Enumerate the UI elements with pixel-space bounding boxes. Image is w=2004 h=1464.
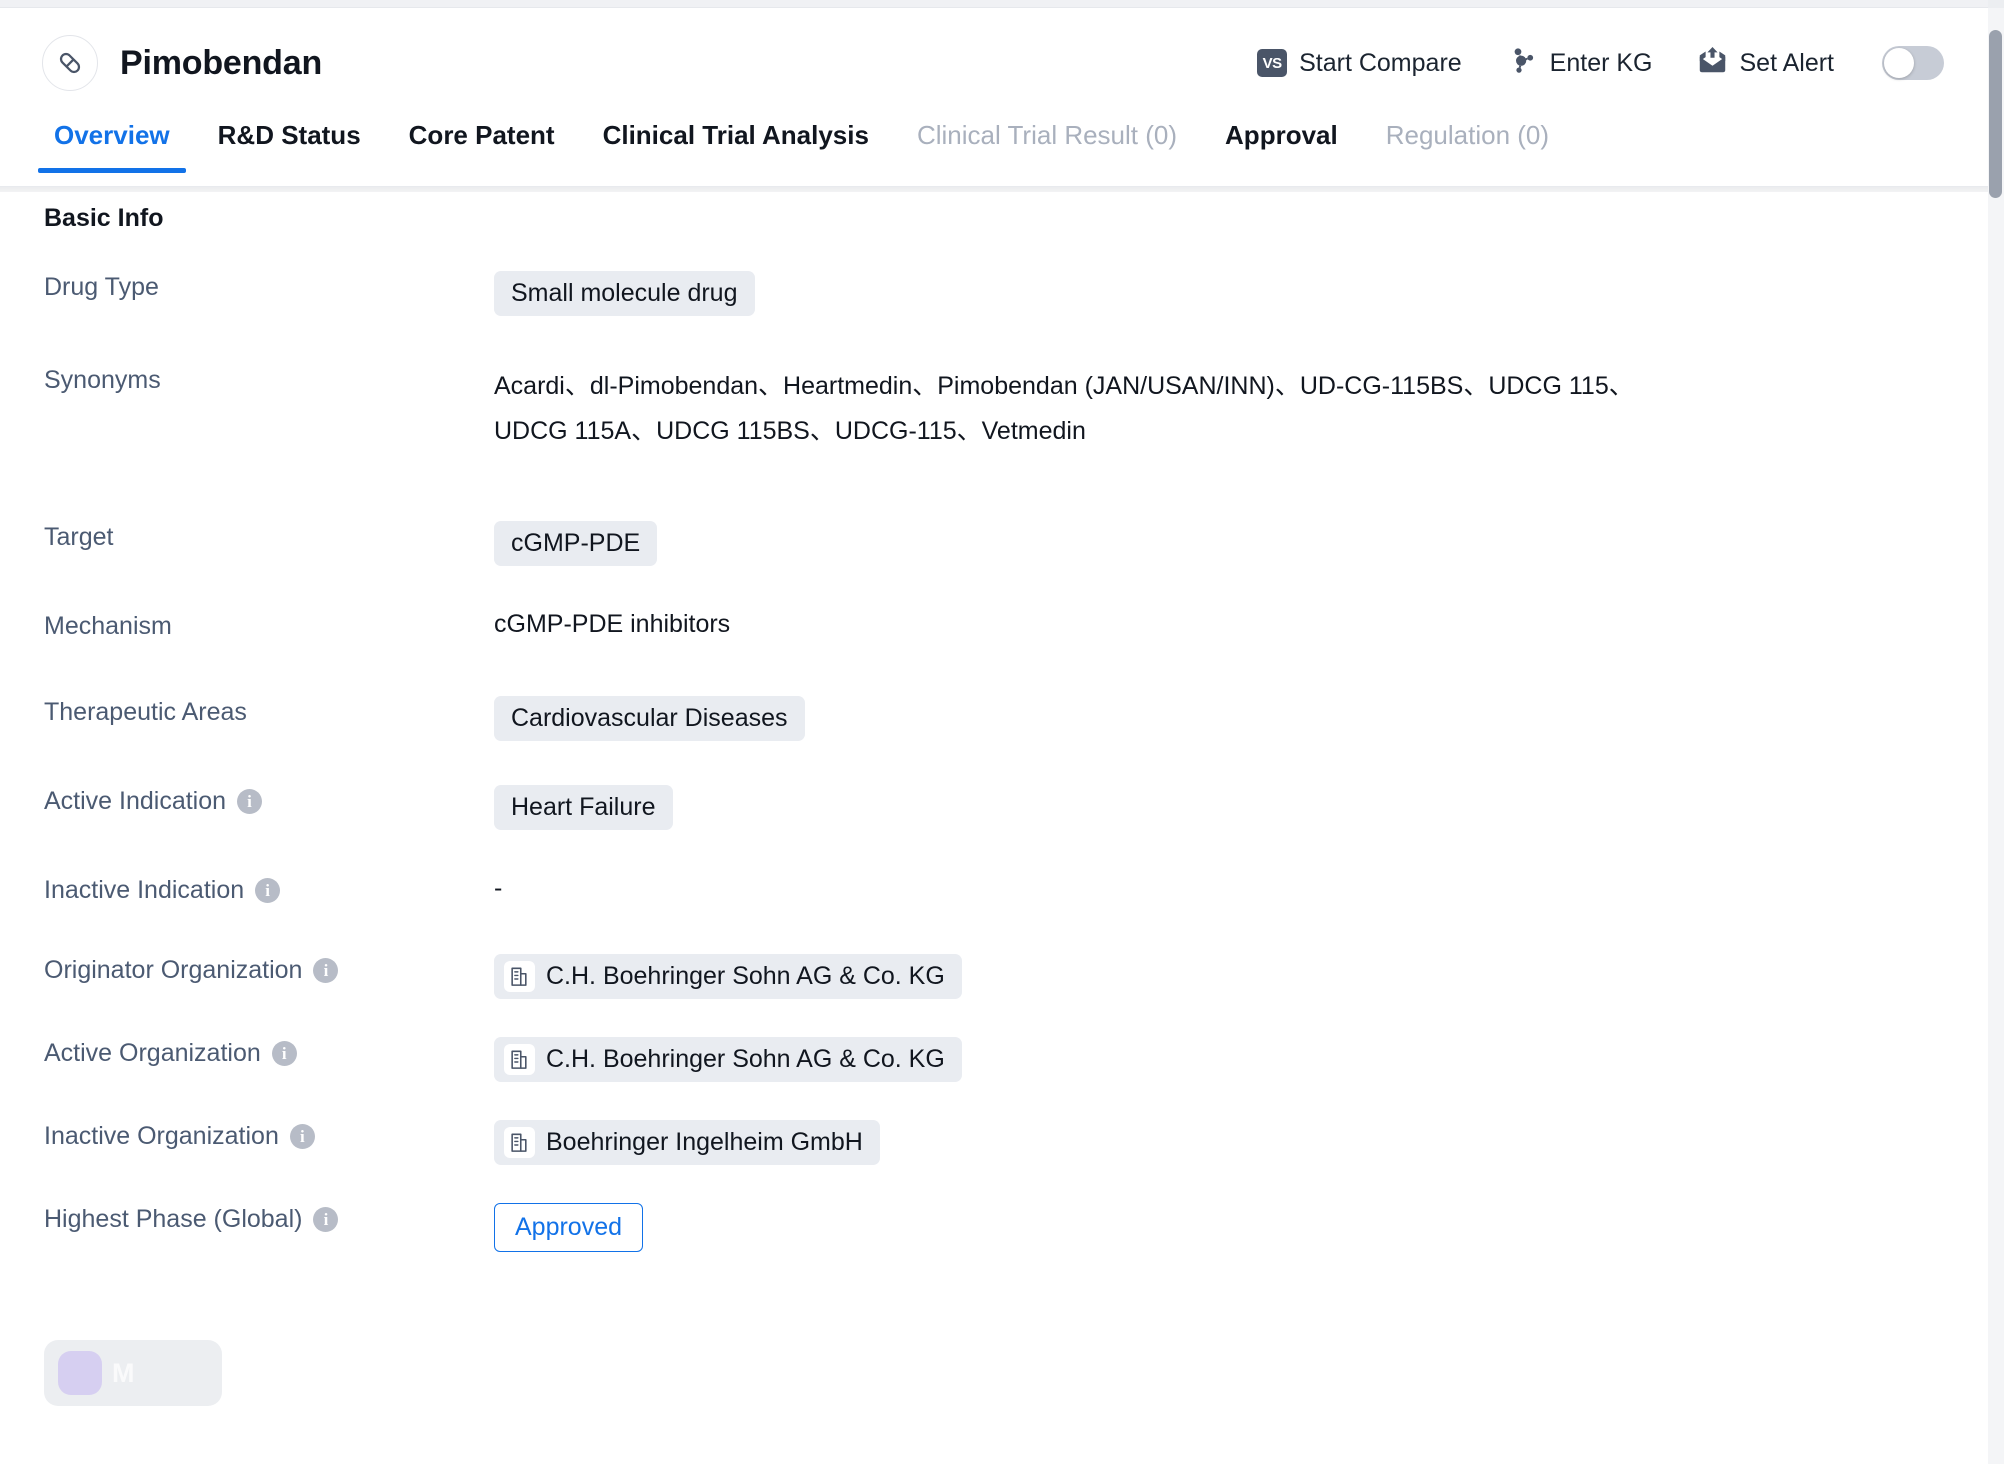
info-icon-inactive-organization[interactable]: i: [289, 1124, 315, 1149]
value-active-organization: C.H. Boehringer Sohn AG & Co. KG: [494, 1035, 1990, 1082]
chip-drug-type[interactable]: Small molecule drug: [494, 271, 755, 316]
row-highest-phase: Highest Phase (Global) i Approved: [44, 1201, 1990, 1252]
scrollbar-corner: [1988, 0, 2004, 8]
row-synonyms: Synonyms Acardi、dl-Pimobendan、Heartmedin…: [44, 362, 1990, 453]
tab-approval[interactable]: Approval: [1201, 118, 1362, 173]
label-synonyms: Synonyms: [44, 366, 161, 394]
label-drug-type: Drug Type: [44, 273, 159, 301]
label-active-organization-text: Active Organization: [44, 1039, 261, 1067]
tab-core-patent[interactable]: Core Patent: [385, 118, 579, 173]
start-compare-button[interactable]: VS Start Compare: [1257, 49, 1462, 78]
start-compare-label: Start Compare: [1299, 48, 1462, 77]
info-icon-highest-phase[interactable]: i: [313, 1207, 339, 1232]
building-icon: [504, 961, 535, 992]
toggle-knob: [1884, 48, 1914, 78]
chip-active-organization-label: C.H. Boehringer Sohn AG & Co. KG: [546, 1045, 945, 1073]
info-icon-active-indication[interactable]: i: [237, 789, 263, 814]
label-inactive-organization: Inactive Organization i: [44, 1118, 494, 1151]
chip-therapeutic-areas[interactable]: Cardiovascular Diseases: [494, 696, 805, 741]
row-target: Target cGMP-PDE: [44, 519, 1990, 566]
label-mechanism: Mechanism: [44, 612, 172, 640]
value-therapeutic-areas: Cardiovascular Diseases: [494, 694, 1990, 741]
header-actions: VS Start Compare Enter KG Set Alert: [1257, 45, 1944, 82]
set-alert-label: Set Alert: [1739, 48, 1835, 77]
label-originator-organization-text: Originator Organization: [44, 956, 303, 984]
building-icon: [504, 1127, 535, 1158]
value-synonyms: Acardi、dl-Pimobendan、Heartmedin、Pimobend…: [494, 362, 1990, 453]
label-originator-organization: Originator Organization i: [44, 952, 494, 985]
row-drug-type: Drug Type Small molecule drug: [44, 269, 1990, 316]
tab-overview[interactable]: Overview: [30, 118, 194, 173]
enter-kg-label: Enter KG: [1549, 48, 1653, 77]
synonyms-line-2: UDCG 115A、UDCG 115BS、UDCG-115、Vetmedin: [494, 416, 1086, 445]
overview-content: Basic Info Drug Type Small molecule drug…: [0, 192, 1990, 1464]
alert-toggle-switch[interactable]: [1882, 46, 1944, 80]
value-target: cGMP-PDE: [494, 519, 1990, 566]
synonyms-line-1: Acardi、dl-Pimobendan、Heartmedin、Pimobend…: [494, 372, 1634, 400]
row-active-organization: Active Organization i C.H. Boehringer So…: [44, 1035, 1990, 1082]
chip-inactive-organization-label: Boehringer Ingelheim GmbH: [546, 1128, 863, 1156]
page-scrollbar-track[interactable]: [1988, 8, 2004, 1464]
section-title-basic-info: Basic Info: [44, 204, 164, 232]
text-inactive-indication: -: [494, 874, 503, 902]
value-originator-organization: C.H. Boehringer Sohn AG & Co. KG: [494, 952, 1990, 999]
alert-envelope-icon: [1697, 46, 1728, 81]
row-originator-organization: Originator Organization i C.H. Boehringe…: [44, 952, 1990, 999]
chip-active-organization[interactable]: C.H. Boehringer Sohn AG & Co. KG: [494, 1037, 962, 1082]
row-inactive-indication: Inactive Indication i -: [44, 872, 1990, 916]
set-alert-button[interactable]: Set Alert: [1697, 46, 1835, 81]
value-highest-phase: Approved: [494, 1201, 1990, 1252]
tab-clinical-trial-result[interactable]: Clinical Trial Result (0): [893, 118, 1201, 173]
building-icon: [504, 1044, 535, 1075]
row-inactive-organization: Inactive Organization i Boehringer Ingel…: [44, 1118, 1990, 1165]
drug-detail-page: Pimobendan VS Start Compare Enter KG Set…: [0, 0, 2004, 1464]
knowledge-graph-icon: [1506, 45, 1538, 82]
tab-regulation[interactable]: Regulation (0): [1362, 118, 1573, 173]
value-mechanism: cGMP-PDE inhibitors: [494, 608, 1990, 639]
row-active-indication: Active Indication i Heart Failure: [44, 783, 1990, 830]
page-scrollbar-thumb[interactable]: [1989, 30, 2002, 198]
label-inactive-indication-text: Inactive Indication: [44, 876, 245, 904]
value-active-indication: Heart Failure: [494, 783, 1990, 830]
label-active-organization: Active Organization i: [44, 1035, 494, 1068]
chip-active-indication[interactable]: Heart Failure: [494, 785, 673, 830]
label-highest-phase-text: Highest Phase (Global): [44, 1205, 303, 1233]
status-badge-approved[interactable]: Approved: [494, 1203, 644, 1252]
row-mechanism: Mechanism cGMP-PDE inhibitors: [44, 608, 1990, 652]
chip-target[interactable]: cGMP-PDE: [494, 521, 658, 566]
row-therapeutic-areas: Therapeutic Areas Cardiovascular Disease…: [44, 694, 1990, 741]
text-mechanism: cGMP-PDE inhibitors: [494, 610, 731, 638]
label-active-indication: Active Indication i: [44, 783, 494, 816]
info-icon-originator-organization[interactable]: i: [313, 958, 339, 983]
tab-divider: [0, 186, 1990, 187]
label-highest-phase: Highest Phase (Global) i: [44, 1201, 494, 1234]
tab-bar: Overview R&D Status Core Patent Clinical…: [0, 118, 1990, 186]
chip-originator-organization-label: C.H. Boehringer Sohn AG & Co. KG: [546, 962, 945, 990]
value-inactive-organization: Boehringer Ingelheim GmbH: [494, 1118, 1990, 1165]
value-inactive-indication: -: [494, 872, 1990, 903]
value-drug-type: Small molecule drug: [494, 269, 1990, 316]
label-inactive-indication: Inactive Indication i: [44, 872, 494, 905]
drug-title-group: Pimobendan: [42, 35, 322, 91]
label-active-indication-text: Active Indication: [44, 787, 227, 815]
info-icon-inactive-indication[interactable]: i: [255, 878, 281, 903]
chip-originator-organization[interactable]: C.H. Boehringer Sohn AG & Co. KG: [494, 954, 962, 999]
vs-badge-icon: VS: [1257, 49, 1288, 77]
info-icon-active-organization[interactable]: i: [271, 1041, 297, 1066]
window-top-edge: [0, 0, 2004, 8]
page-title: Pimobendan: [120, 43, 323, 82]
capsule-icon: [42, 35, 98, 91]
tab-rd-status[interactable]: R&D Status: [194, 118, 385, 173]
label-inactive-organization-text: Inactive Organization: [44, 1122, 279, 1150]
label-target: Target: [44, 523, 114, 551]
chip-inactive-organization[interactable]: Boehringer Ingelheim GmbH: [494, 1120, 880, 1165]
tab-clinical-trial-analysis[interactable]: Clinical Trial Analysis: [579, 118, 893, 173]
label-therapeutic-areas: Therapeutic Areas: [44, 698, 247, 726]
enter-kg-button[interactable]: Enter KG: [1506, 45, 1653, 82]
page-header: Pimobendan VS Start Compare Enter KG Set…: [0, 8, 1990, 118]
